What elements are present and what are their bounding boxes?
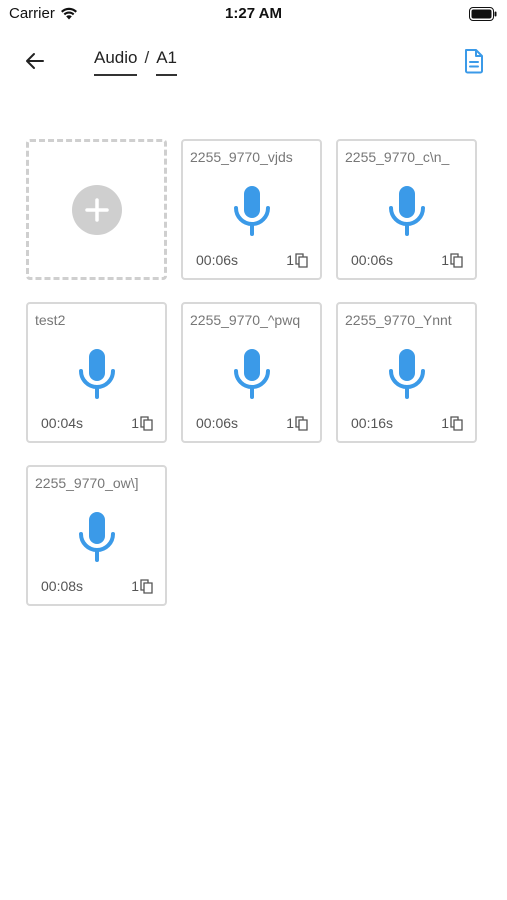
breadcrumb-item-audio[interactable]: Audio [94, 48, 138, 76]
audio-item[interactable]: 2255_9770_Ynnt 00:16s 1 [336, 302, 477, 443]
back-button[interactable] [20, 46, 50, 76]
microphone-icon [77, 510, 117, 569]
copies-icon [140, 578, 153, 594]
audio-item[interactable]: 2255_9770_vjds 00:06s 1 [181, 139, 322, 280]
copies-icon [450, 415, 463, 431]
audio-item-count: 1 [441, 415, 463, 431]
audio-item-count: 1 [441, 252, 463, 268]
audio-item[interactable]: 2255_9770_ow\] 00:08s 1 [26, 465, 167, 606]
microphone-icon [387, 347, 427, 406]
audio-item-name: 2255_9770_c\n_ [345, 149, 450, 165]
audio-item-name: 2255_9770_ow\] [35, 475, 139, 491]
copies-icon [140, 415, 153, 431]
audio-item-name: 2255_9770_vjds [190, 149, 293, 165]
header: Audio / A1 [0, 36, 507, 86]
status-time: 1:27 AM [225, 5, 282, 22]
audio-item-count: 1 [286, 415, 308, 431]
document-button[interactable] [459, 46, 489, 76]
audio-item-name: 2255_9770_^pwq [190, 312, 301, 328]
audio-item-duration: 00:16s [351, 415, 394, 431]
audio-item-duration: 00:04s [41, 415, 84, 431]
audio-item-duration: 00:08s [41, 578, 84, 594]
add-audio-button[interactable] [26, 139, 167, 280]
audio-item-count-value: 1 [441, 252, 449, 268]
audio-item-count-value: 1 [131, 415, 139, 431]
microphone-icon [77, 347, 117, 406]
audio-item-duration: 00:06s [351, 252, 394, 268]
battery-icon [469, 7, 497, 26]
breadcrumb-separator: / [144, 48, 150, 67]
audio-item-duration: 00:06s [196, 415, 239, 431]
audio-item[interactable]: 2255_9770_^pwq 00:06s 1 [181, 302, 322, 443]
audio-item[interactable]: test2 00:04s 1 [26, 302, 167, 443]
audio-item-count: 1 [131, 415, 153, 431]
audio-item-count-value: 1 [441, 415, 449, 431]
audio-item-duration: 00:06s [196, 252, 239, 268]
audio-item[interactable]: 2255_9770_c\n_ 00:06s 1 [336, 139, 477, 280]
copies-icon [450, 252, 463, 268]
breadcrumb: Audio / A1 [94, 48, 178, 76]
arrow-left-icon [26, 53, 44, 69]
audio-item-name: 2255_9770_Ynnt [345, 312, 452, 328]
copies-icon [295, 252, 308, 268]
audio-item-count-value: 1 [286, 415, 294, 431]
audio-item-count-value: 1 [131, 578, 139, 594]
copies-icon [295, 415, 308, 431]
audio-item-count: 1 [131, 578, 153, 594]
audio-item-count: 1 [286, 252, 308, 268]
audio-item-count-value: 1 [286, 252, 294, 268]
breadcrumb-item-a1[interactable]: A1 [156, 48, 178, 76]
document-icon [465, 49, 483, 74]
audio-item-name: test2 [35, 312, 66, 328]
microphone-icon [387, 184, 427, 243]
plus-icon [71, 184, 122, 235]
microphone-icon [232, 347, 272, 406]
status-bar: Carrier 1:27 AM [0, 0, 507, 30]
microphone-icon [232, 184, 272, 243]
